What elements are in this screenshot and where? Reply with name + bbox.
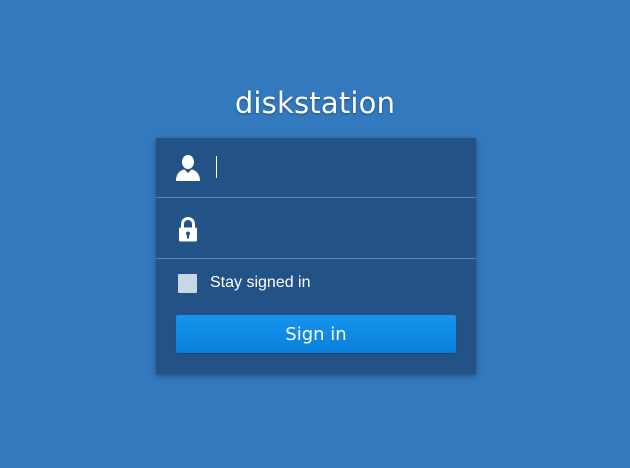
login-panel: Stay signed in Sign in bbox=[156, 138, 476, 374]
user-icon bbox=[175, 154, 201, 182]
page-title: diskstation bbox=[234, 86, 396, 120]
login-page: { "app": { "title": "diskstation" }, "lo… bbox=[0, 0, 630, 468]
password-row bbox=[156, 199, 476, 259]
stay-signed-in-option[interactable]: Stay signed in bbox=[178, 272, 311, 294]
password-input[interactable] bbox=[212, 211, 462, 247]
text-caret bbox=[216, 156, 217, 178]
lock-icon bbox=[175, 215, 201, 243]
sign-in-button[interactable]: Sign in bbox=[176, 315, 456, 353]
username-input[interactable] bbox=[212, 150, 462, 186]
stay-signed-in-checkbox[interactable] bbox=[178, 273, 197, 293]
stay-signed-in-label: Stay signed in bbox=[210, 274, 311, 291]
username-row bbox=[156, 138, 476, 198]
